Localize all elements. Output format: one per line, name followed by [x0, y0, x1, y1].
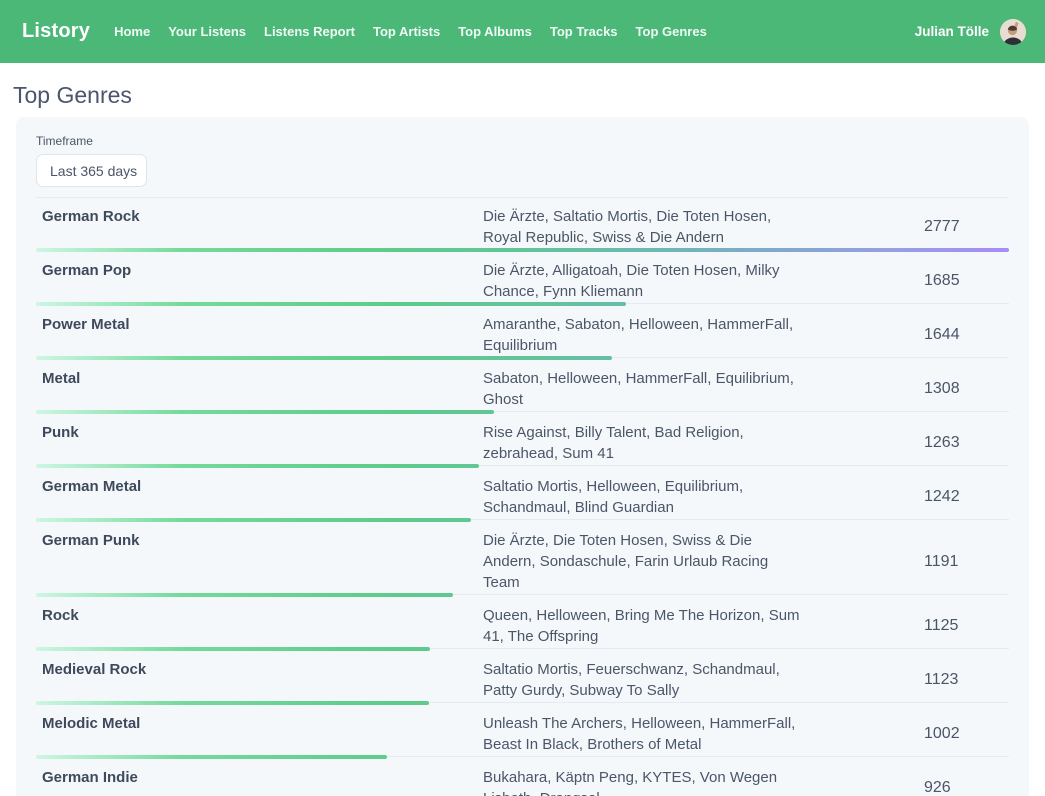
genre-row: German RockDie Ärzte, Saltatio Mortis, D…	[36, 198, 1009, 252]
genre-artists: Rise Against, Billy Talent, Bad Religion…	[483, 422, 801, 464]
nav-item-home[interactable]: Home	[114, 24, 150, 39]
genre-bar-track	[36, 701, 1009, 705]
genre-artists: Bukahara, Käptn Peng, KYTES, Von Wegen L…	[483, 767, 801, 796]
genre-bar-track	[36, 356, 1009, 360]
user-name[interactable]: Julian Tölle	[915, 24, 989, 39]
top-genres-card: Timeframe Last 365 days German RockDie Ä…	[16, 117, 1029, 796]
app-logo[interactable]: Listory	[22, 20, 90, 43]
genre-count: 1685	[924, 272, 960, 290]
genre-row: Medieval RockSaltatio Mortis, Feuerschwa…	[36, 651, 1009, 705]
genre-row-content: Medieval RockSaltatio Mortis, Feuerschwa…	[36, 651, 1009, 701]
nav-item-listens-report[interactable]: Listens Report	[264, 24, 355, 39]
genre-name: Melodic Metal	[36, 713, 483, 734]
genre-artists: Saltatio Mortis, Feuerschwanz, Schandmau…	[483, 659, 801, 701]
genre-artists: Amaranthe, Sabaton, Helloween, HammerFal…	[483, 314, 801, 356]
main-content: Top Genres Timeframe Last 365 days Germa…	[0, 82, 1045, 796]
genre-bar	[36, 593, 453, 597]
app-header: Listory Home Your Listens Listens Report To…	[0, 0, 1045, 63]
genre-bar	[36, 518, 471, 522]
genre-bar-track	[36, 248, 1009, 252]
genre-bar-track	[36, 518, 1009, 522]
genre-bar	[36, 755, 387, 759]
genre-bar-track	[36, 755, 1009, 759]
genre-row: German MetalSaltatio Mortis, Helloween, …	[36, 468, 1009, 522]
nav-item-top-artists[interactable]: Top Artists	[373, 24, 440, 39]
genre-bar-track	[36, 410, 1009, 414]
genre-row-content: MetalSabaton, Helloween, HammerFall, Equ…	[36, 360, 1009, 410]
genre-row: MetalSabaton, Helloween, HammerFall, Equ…	[36, 360, 1009, 414]
genre-row-content: German IndieBukahara, Käptn Peng, KYTES,…	[36, 759, 1009, 796]
nav-item-your-listens[interactable]: Your Listens	[168, 24, 246, 39]
genre-name: German Indie	[36, 767, 483, 788]
genre-name: Metal	[36, 368, 483, 389]
genre-row: German PopDie Ärzte, Alligatoah, Die Tot…	[36, 252, 1009, 306]
page-title: Top Genres	[13, 82, 1045, 109]
genre-count: 1308	[924, 380, 960, 398]
genre-row: German PunkDie Ärzte, Die Toten Hosen, S…	[36, 522, 1009, 597]
genre-count: 1123	[924, 671, 958, 689]
genre-count: 1242	[924, 488, 960, 506]
nav-item-top-albums[interactable]: Top Albums	[458, 24, 532, 39]
genre-artists: Die Ärzte, Alligatoah, Die Toten Hosen, …	[483, 260, 801, 302]
genre-row: Power MetalAmaranthe, Sabaton, Helloween…	[36, 306, 1009, 360]
genre-name: Power Metal	[36, 314, 483, 335]
genre-artists: Die Ärzte, Saltatio Mortis, Die Toten Ho…	[483, 206, 801, 248]
genre-row-content: German RockDie Ärzte, Saltatio Mortis, D…	[36, 198, 1009, 248]
genre-count: 1263	[924, 434, 960, 452]
genre-bar	[36, 701, 429, 705]
genre-bar	[36, 647, 430, 651]
genre-row-content: German MetalSaltatio Mortis, Helloween, …	[36, 468, 1009, 518]
genre-count: 2777	[924, 218, 960, 236]
genre-name: Medieval Rock	[36, 659, 483, 680]
genre-row-content: Melodic MetalUnleash The Archers, Hellow…	[36, 705, 1009, 755]
genre-bar	[36, 464, 479, 468]
genres-table: German RockDie Ärzte, Saltatio Mortis, D…	[36, 197, 1009, 796]
genre-count: 1002	[924, 725, 960, 743]
genre-row-content: German PunkDie Ärzte, Die Toten Hosen, S…	[36, 522, 1009, 593]
genre-row: PunkRise Against, Billy Talent, Bad Reli…	[36, 414, 1009, 468]
genre-row: German IndieBukahara, Käptn Peng, KYTES,…	[36, 759, 1009, 796]
main-nav: Home Your Listens Listens Report Top Artist…	[114, 24, 915, 39]
genre-bar-track	[36, 647, 1009, 651]
genre-row-content: RockQueen, Helloween, Bring Me The Horiz…	[36, 597, 1009, 647]
genre-row-content: German PopDie Ärzte, Alligatoah, Die Tot…	[36, 252, 1009, 302]
genre-name: German Rock	[36, 206, 483, 227]
genre-bar	[36, 302, 626, 306]
genre-artists: Queen, Helloween, Bring Me The Horizon, …	[483, 605, 801, 647]
genre-artists: Unleash The Archers, Helloween, HammerFa…	[483, 713, 801, 755]
genre-name: German Pop	[36, 260, 483, 281]
user-area: Julian Tölle	[915, 19, 1026, 45]
genre-row-content: PunkRise Against, Billy Talent, Bad Reli…	[36, 414, 1009, 464]
genre-row: Melodic MetalUnleash The Archers, Hellow…	[36, 705, 1009, 759]
genre-count: 1191	[924, 553, 958, 571]
genre-artists: Saltatio Mortis, Helloween, Equilibrium,…	[483, 476, 801, 518]
genre-row: RockQueen, Helloween, Bring Me The Horiz…	[36, 597, 1009, 651]
genre-bar-track	[36, 593, 1009, 597]
genre-artists: Die Ärzte, Die Toten Hosen, Swiss & Die …	[483, 530, 801, 593]
genre-bar	[36, 410, 494, 414]
genre-bar	[36, 356, 612, 360]
genre-bar-track	[36, 464, 1009, 468]
genre-count: 926	[924, 779, 951, 796]
genre-name: Rock	[36, 605, 483, 626]
genre-artists: Sabaton, Helloween, HammerFall, Equilibr…	[483, 368, 801, 410]
nav-item-top-tracks[interactable]: Top Tracks	[550, 24, 618, 39]
genre-count: 1125	[924, 617, 958, 635]
timeframe-select[interactable]: Last 365 days	[36, 154, 147, 187]
genre-name: Punk	[36, 422, 483, 443]
timeframe-label: Timeframe	[36, 134, 1009, 148]
nav-item-top-genres[interactable]: Top Genres	[636, 24, 707, 39]
genre-row-content: Power MetalAmaranthe, Sabaton, Helloween…	[36, 306, 1009, 356]
genre-count: 1644	[924, 326, 960, 344]
genre-bar-track	[36, 302, 1009, 306]
genre-name: German Metal	[36, 476, 483, 497]
genre-name: German Punk	[36, 530, 483, 551]
user-avatar-icon[interactable]	[1000, 19, 1026, 45]
genre-bar	[36, 248, 1009, 252]
